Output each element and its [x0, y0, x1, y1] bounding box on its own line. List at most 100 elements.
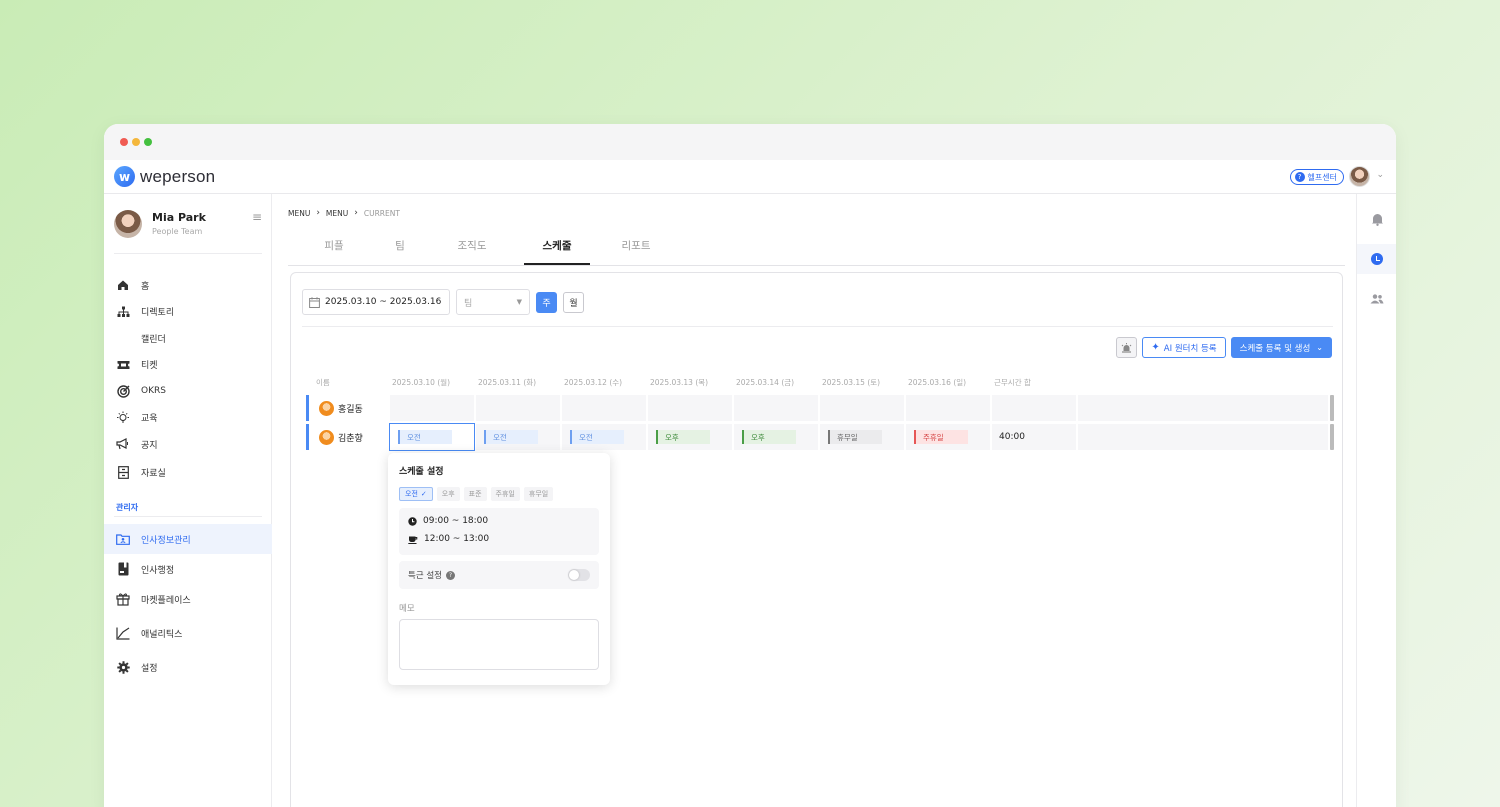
- shift-chip[interactable]: 오후: [656, 430, 710, 444]
- user-avatar[interactable]: [1349, 166, 1370, 187]
- tab-team[interactable]: 팀: [380, 232, 420, 265]
- help-icon[interactable]: ?: [445, 570, 455, 580]
- minimize-window-dot[interactable]: [132, 138, 140, 146]
- schedule-cell[interactable]: 오전: [389, 423, 475, 451]
- breadcrumb-item[interactable]: MENU: [288, 209, 310, 218]
- sidebar-item-settings[interactable]: 설정: [104, 652, 272, 682]
- shift-chip[interactable]: 오전: [484, 430, 538, 444]
- sidebar-item-notice[interactable]: 공지: [104, 431, 272, 458]
- hamburger-icon[interactable]: ≡: [252, 210, 262, 224]
- schedule-cell[interactable]: 오후: [648, 424, 732, 450]
- sidebar-item-calendar[interactable]: 캘린더: [104, 325, 272, 352]
- overtime-toggle[interactable]: [568, 569, 590, 581]
- profile-team: People Team: [152, 227, 203, 236]
- sidebar-item-okrs[interactable]: OKRS: [104, 378, 272, 405]
- employee-avatar: [319, 400, 334, 416]
- sidebar-item-analytics[interactable]: 애널리틱스: [104, 614, 272, 652]
- tab-org-chart[interactable]: 조직도: [420, 232, 524, 265]
- shift-chip-standard[interactable]: 표준: [463, 487, 487, 501]
- close-window-dot[interactable]: [120, 138, 128, 146]
- employee-name: 홍길동: [338, 404, 363, 415]
- sidebar-item-education[interactable]: 교육: [104, 405, 272, 432]
- memo-textarea[interactable]: [399, 619, 599, 670]
- column-header: 2025.03.14 (금): [736, 377, 795, 387]
- sidebar-item-archive[interactable]: 자료실: [104, 458, 272, 488]
- tab-people[interactable]: 피플: [288, 232, 380, 265]
- schedule-cell[interactable]: [476, 395, 560, 421]
- siren-icon: [1122, 342, 1132, 353]
- schedule-cell[interactable]: 주휴일: [906, 424, 990, 450]
- schedule-cell[interactable]: 오전: [562, 424, 646, 450]
- schedule-cell[interactable]: [562, 395, 646, 421]
- breadcrumb-current: CURRENT: [363, 208, 400, 218]
- shift-chip[interactable]: 오전: [398, 430, 452, 444]
- archive-icon: [116, 466, 130, 480]
- shift-chip[interactable]: 휴무일: [828, 430, 882, 444]
- month-view-button[interactable]: 월: [563, 291, 584, 313]
- schedule-cell[interactable]: 오전: [476, 424, 560, 450]
- sidebar-item-home[interactable]: 홈: [104, 272, 272, 299]
- date-range-value: 2025.03.10 ~ 2025.03.16: [325, 297, 442, 307]
- sidebar: Mia Park People Team ≡ 홈 디렉토리 캘린더 티켓 OKR…: [104, 194, 272, 807]
- row-scroll-handle[interactable]: [1330, 395, 1334, 421]
- profile-card: Mia Park People Team ≡: [114, 210, 262, 254]
- schedule-cell[interactable]: [820, 395, 904, 421]
- week-view-button[interactable]: 주: [536, 291, 557, 313]
- shift-chip[interactable]: 오후: [742, 430, 796, 444]
- row-scroll-handle[interactable]: [1330, 424, 1334, 450]
- shift-chip-pm[interactable]: 오후: [436, 487, 460, 501]
- sidebar-item-label: 애널리틱스: [141, 629, 183, 640]
- shift-chip[interactable]: 주휴일: [914, 430, 968, 444]
- shift-chip-am[interactable]: 오전 ✓: [399, 487, 433, 501]
- bulb-icon: [116, 411, 130, 425]
- app-header: w weperson ? 헬프센터 ⌄: [104, 160, 1396, 194]
- shift-chip-day-off[interactable]: 휴무일: [523, 487, 554, 501]
- memo-label: 메모: [399, 604, 415, 614]
- shift-type-chips: 오전 ✓ 오후 표준 주휴일 휴무일: [399, 487, 554, 501]
- logo[interactable]: w weperson: [114, 166, 215, 187]
- members-button[interactable]: [1357, 284, 1396, 314]
- break-time-value: 12:00 ~ 13:00: [424, 534, 490, 544]
- attendance-button[interactable]: [1357, 244, 1396, 274]
- tab-report[interactable]: 리포트: [590, 232, 682, 265]
- time-summary: 09:00 ~ 18:00 12:00 ~ 13:00: [399, 508, 599, 555]
- date-range-picker[interactable]: 2025.03.10 ~ 2025.03.16: [302, 289, 450, 315]
- employee-name-cell[interactable]: 김춘향: [306, 424, 388, 450]
- sidebar-item-directory[interactable]: 디렉토리: [104, 299, 272, 326]
- schedule-cell[interactable]: [734, 395, 818, 421]
- maximize-window-dot[interactable]: [144, 138, 152, 146]
- shift-chip-weekly-holiday[interactable]: 주휴일: [490, 487, 520, 501]
- schedule-cell[interactable]: 휴무일: [820, 424, 904, 450]
- help-center-button[interactable]: ? 헬프센터: [1289, 169, 1344, 185]
- schedule-cell[interactable]: [648, 395, 732, 421]
- chevron-right-icon: ›: [316, 208, 320, 218]
- clock-icon: [1371, 253, 1383, 265]
- siren-button[interactable]: [1116, 337, 1138, 358]
- chevron-down-icon[interactable]: ⌄: [1376, 170, 1384, 180]
- ai-one-touch-button[interactable]: ✦ AI 원터치 등록: [1142, 337, 1226, 358]
- column-header: 근무시간 합: [994, 377, 1031, 387]
- overtime-label: 특근 설정: [408, 571, 442, 581]
- breadcrumb-item[interactable]: MENU: [326, 209, 348, 218]
- column-header: 2025.03.15 (토): [822, 377, 881, 387]
- sidebar-item-hr-info[interactable]: 인사정보관리: [104, 524, 272, 554]
- calendar-icon: [309, 296, 320, 308]
- shift-chip[interactable]: 오전: [570, 430, 624, 444]
- column-header: 이름: [316, 377, 330, 387]
- notification-button[interactable]: [1357, 204, 1396, 234]
- employee-name-cell[interactable]: 홍길동: [306, 395, 388, 421]
- team-select[interactable]: 팀 ▼: [456, 289, 530, 315]
- gift-icon: [116, 592, 130, 606]
- section-divider: [114, 516, 262, 517]
- bell-icon: [1371, 214, 1383, 226]
- schedule-cell[interactable]: [390, 395, 474, 421]
- profile-name: Mia Park: [152, 211, 206, 224]
- schedule-cell[interactable]: [906, 395, 990, 421]
- sidebar-item-hr-admin[interactable]: 인사행정: [104, 554, 272, 584]
- sidebar-item-marketplace[interactable]: 마켓플레이스: [104, 584, 272, 614]
- tab-schedule[interactable]: 스케줄: [524, 232, 590, 265]
- target-icon: [116, 384, 130, 398]
- schedule-create-button[interactable]: 스케줄 등록 및 생성 ⌄: [1230, 337, 1332, 358]
- schedule-cell[interactable]: 오후: [734, 424, 818, 450]
- sidebar-item-ticket[interactable]: 티켓: [104, 352, 272, 379]
